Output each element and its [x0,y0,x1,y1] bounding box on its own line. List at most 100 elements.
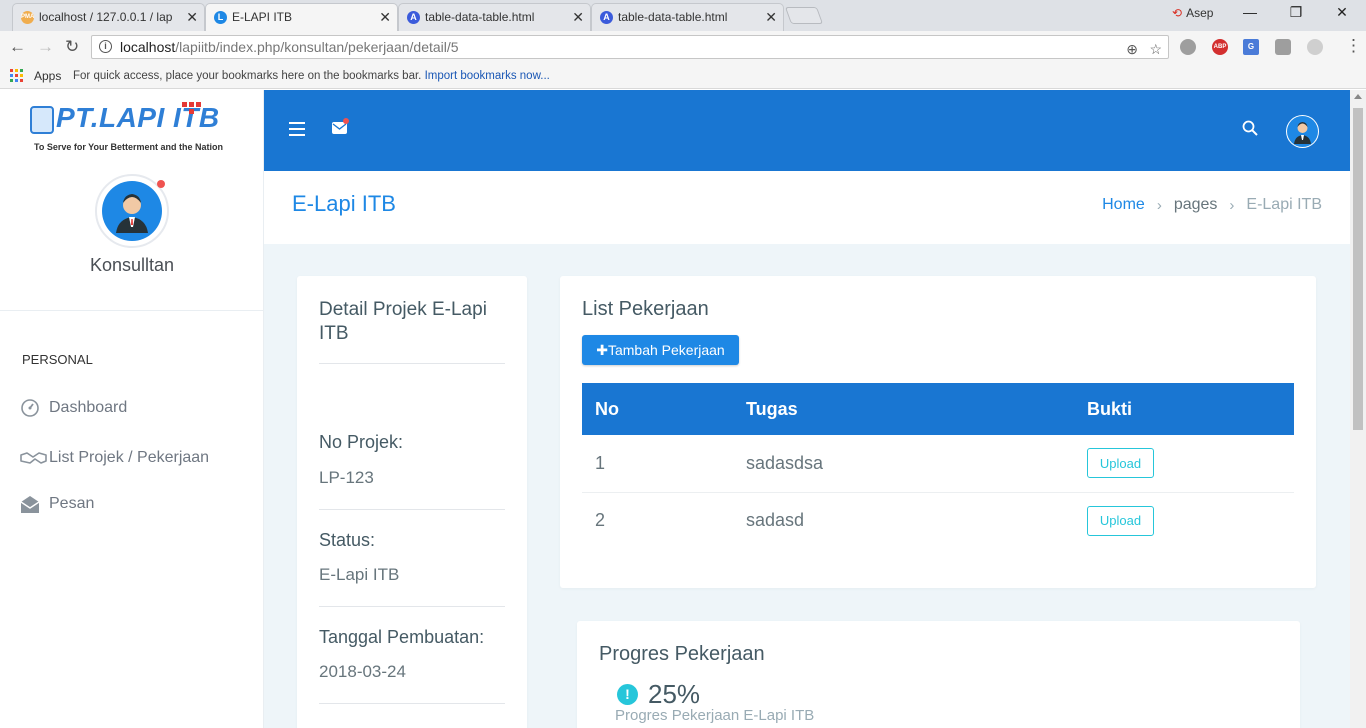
chrome-menu-icon[interactable]: ⋮ [1345,36,1362,56]
row-task: sadasd [746,510,805,531]
project-number-value: LP-123 [319,468,374,487]
top-navbar [264,90,1350,171]
leaf-extension-icon[interactable] [1307,39,1323,55]
browser-tab-elapi[interactable]: L E-LAPI ITB ✕ [205,3,398,31]
page-title: E-Lapi ITB [292,191,396,216]
upload-button[interactable]: Upload [1087,448,1154,479]
minimize-button[interactable]: — [1227,4,1273,20]
tab-close-icon[interactable]: ✕ [379,4,391,30]
alert-circle-icon: ! [617,684,638,705]
address-bar[interactable]: i localhost/lapiitb/index.php/konsultan/… [91,35,1169,59]
import-bookmarks-link[interactable]: Import bookmarks now... [425,70,550,82]
tab-close-icon[interactable]: ✕ [765,4,777,30]
status-value: E-Lapi ITB [319,565,400,584]
sidebar-item-label: Dashboard [49,399,128,416]
table-row: 2 sadasd Upload [582,492,1294,549]
user-avatar-image [102,181,162,241]
tab-title: table-data-table.html [618,10,728,24]
created-date-label: Tanggal Pembuatan: [319,627,485,647]
restore-button[interactable]: ❐ [1273,4,1319,21]
progress-subtitle: Progres Pekerjaan E-Lapi ITB [615,707,815,724]
close-window-button[interactable]: ✕ [1319,4,1365,21]
browser-tab-phpmyadmin[interactable]: PMA localhost / 127.0.0.1 / lap ✕ [12,3,205,31]
browser-profile[interactable]: ⟲ Asep [1172,6,1213,20]
shield-extension-icon[interactable] [1275,39,1291,55]
breadcrumb-separator-icon: › [1229,196,1235,214]
angular-favicon-icon: A [600,11,613,24]
tab-title: table-data-table.html [425,10,535,24]
bookmarks-hint: For quick access, place your bookmarks h… [73,64,550,88]
google-translate-icon[interactable]: G [1243,39,1259,55]
tab-title: E-LAPI ITB [232,10,293,24]
handshake-icon [20,452,47,464]
search-icon[interactable] [1242,120,1258,136]
angular-favicon-icon: A [407,11,420,24]
apps-bookmark[interactable]: Apps [34,64,61,88]
browser-toolbar: ← → ↻ i localhost/lapiitb/index.php/kons… [0,31,1366,63]
profile-sync-icon: ⟲ [1172,6,1183,20]
forward-arrow-icon[interactable]: → [37,37,54,57]
project-detail-card: Detail Projek E-Lapi ITB No Projek: LP-1… [297,276,527,728]
scrollbar-thumb[interactable] [1353,108,1363,430]
logo-tagline: To Serve for Your Betterment and the Nat… [34,142,224,152]
phpmyadmin-favicon-icon: PMA [21,11,34,24]
row-task: sadasdsa [733,435,1074,493]
person-icon [1287,116,1318,147]
logo-accent-icon [180,102,210,114]
row-number: 2 [595,510,606,531]
new-tab-button[interactable] [784,7,824,24]
gauge-icon [21,399,39,417]
adblock-plus-icon[interactable]: ABP [1212,39,1228,55]
task-table: No Tugas Bukti 1 sadasdsa Upload 2 sadas… [582,383,1294,549]
divider [319,509,505,510]
bookmarks-bar: Apps For quick access, place your bookma… [0,63,1366,89]
page-scrollbar[interactable] [1350,90,1366,728]
detail-card-title: Detail Projek E-Lapi ITB [319,299,487,344]
extension-icon[interactable] [1180,39,1196,55]
tab-close-icon[interactable]: ✕ [186,4,198,30]
zoom-icon[interactable]: ⊕ [1126,38,1138,60]
back-arrow-icon[interactable]: ← [9,37,26,57]
user-avatar[interactable] [95,174,169,248]
hamburger-menu-icon[interactable] [289,122,305,136]
divider [319,363,505,364]
divider [319,703,505,704]
page-title-bar: E-Lapi ITB Home › pages › E-Lapi ITB [264,171,1350,244]
add-task-label: Tambah Pekerjaan [607,342,725,358]
browser-tab-table-1[interactable]: A table-data-table.html ✕ [398,3,591,31]
bookmark-star-icon[interactable]: ☆ [1149,38,1162,60]
page: PT.LAPI ITB To Serve for Your Betterment… [0,90,1366,728]
progress-card: Progres Pekerjaan ! 25% Progres Pekerjaa… [577,621,1300,728]
add-task-button[interactable]: ✚Tambah Pekerjaan [582,335,739,365]
divider [319,606,505,607]
sidebar-item-label: Pesan [49,495,95,512]
tab-title: localhost / 127.0.0.1 / lap [39,10,173,24]
reload-icon[interactable]: ↻ [65,37,79,57]
column-header-no: No [582,383,733,435]
apps-grid-icon[interactable] [10,69,23,82]
browser-tab-bar: PMA localhost / 127.0.0.1 / lap ✕ L E-LA… [0,0,1366,31]
sidebar-item-list-projek[interactable]: List Projek / Pekerjaan [20,443,209,473]
user-name: Konsulltan [89,255,175,275]
sidebar: PT.LAPI ITB To Serve for Your Betterment… [0,90,264,728]
progress-title: Progres Pekerjaan [599,643,765,665]
breadcrumb: Home › pages › E-Lapi ITB [1102,196,1322,214]
browser-tab-table-2[interactable]: A table-data-table.html ✕ [591,3,784,31]
table-row: 1 sadasdsa Upload [582,435,1294,493]
breadcrumb-home[interactable]: Home [1102,196,1145,214]
header-user-avatar[interactable] [1286,115,1319,148]
tab-close-icon[interactable]: ✕ [572,4,584,30]
sidebar-item-dashboard[interactable]: Dashboard [20,393,127,423]
logo-emblem-icon [30,106,54,134]
status-label: Status: [319,530,376,550]
envelope-open-icon [20,496,40,513]
upload-button[interactable]: Upload [1087,505,1154,536]
info-icon[interactable]: i [99,40,112,53]
project-number-label: No Projek: [319,432,404,452]
company-logo[interactable]: PT.LAPI ITB To Serve for Your Betterment… [30,102,240,162]
row-action-cell: Upload [1074,435,1294,493]
sidebar-section-caption: PERSONAL [22,352,93,367]
sidebar-item-pesan[interactable]: Pesan [20,489,94,519]
breadcrumb-pages[interactable]: pages [1174,196,1218,214]
scroll-up-arrow-icon[interactable] [1354,94,1362,99]
